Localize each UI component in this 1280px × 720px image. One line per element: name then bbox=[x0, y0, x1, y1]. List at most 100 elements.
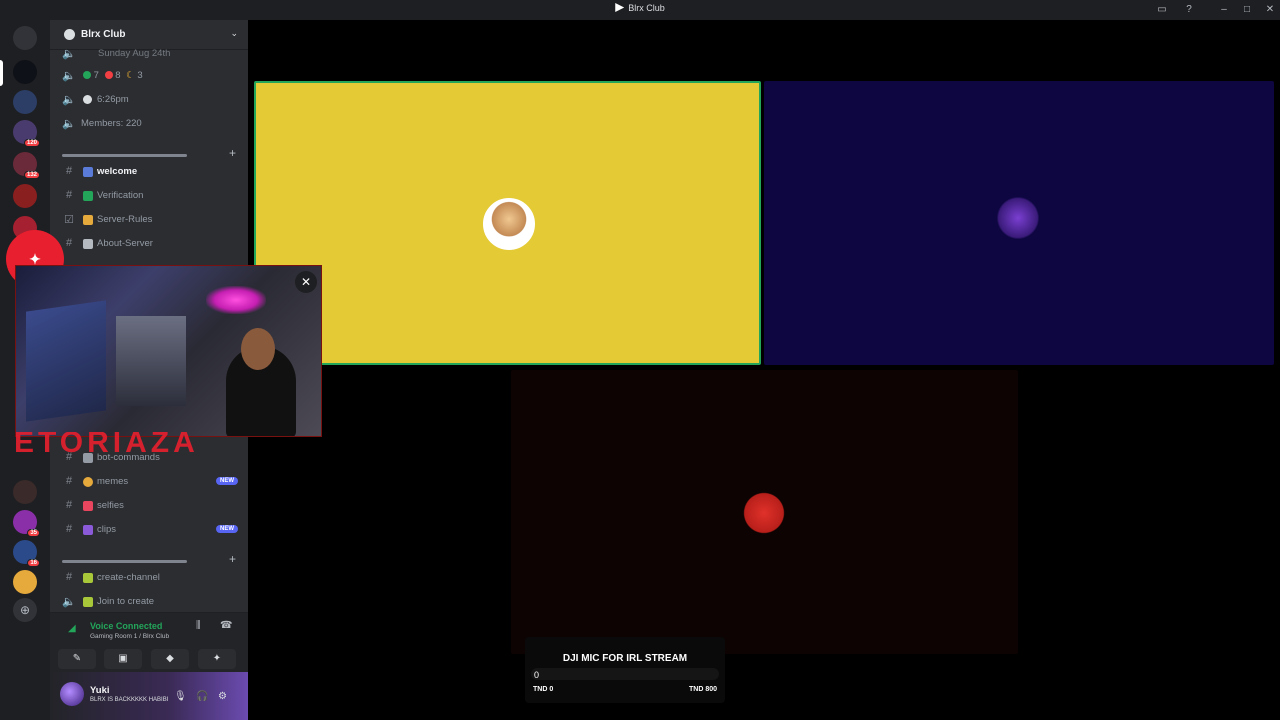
server-icon[interactable] bbox=[13, 184, 37, 208]
hash-icon: # bbox=[65, 523, 73, 535]
disconnect-icon[interactable]: ☎ bbox=[220, 620, 232, 631]
hash-icon: # bbox=[65, 237, 73, 249]
participant-avatar bbox=[483, 198, 535, 250]
online-dot-icon bbox=[83, 71, 91, 79]
close-icon[interactable]: ✕ bbox=[295, 271, 317, 293]
robot-emoji-icon bbox=[83, 453, 93, 463]
channel-memes[interactable]: # memes NEW bbox=[58, 472, 242, 492]
channel-server-rules[interactable]: ☑ Server-Rules bbox=[58, 210, 242, 230]
idle-count: 3 bbox=[137, 70, 143, 81]
window-title-text: Blrx Club bbox=[628, 3, 665, 13]
speaker-icon: 🔈 bbox=[62, 70, 76, 82]
rules-icon: ☑ bbox=[64, 214, 74, 226]
channel-about-server[interactable]: # About-Server bbox=[58, 234, 242, 254]
channel-label: Verification bbox=[97, 190, 144, 201]
stat-channel-members[interactable]: 🔈 Members: 220 bbox=[58, 114, 242, 134]
participant-tile-speaking[interactable] bbox=[254, 81, 761, 365]
server-name: Blrx Club bbox=[81, 29, 126, 40]
dnd-dot-icon bbox=[104, 71, 113, 79]
camera-off-button[interactable]: ✎ bbox=[58, 649, 96, 669]
add-channel-icon[interactable]: + bbox=[229, 146, 236, 160]
clock-icon bbox=[83, 95, 92, 104]
server-icon[interactable] bbox=[13, 480, 37, 504]
participant-tile[interactable] bbox=[511, 370, 1018, 654]
goal-title: DJI MIC FOR IRL STREAM bbox=[562, 653, 688, 664]
add-server-icon[interactable]: ⊕ bbox=[13, 598, 37, 622]
stat-members-label: Members: 220 bbox=[81, 118, 142, 129]
category-header[interactable] bbox=[62, 154, 187, 157]
gear-icon[interactable]: ⚙ bbox=[218, 691, 227, 702]
voice-stage bbox=[248, 20, 1280, 720]
webcam-neon-sign bbox=[206, 286, 266, 314]
overlay-banner-text: ETORIAZA bbox=[14, 432, 199, 454]
minimize-button[interactable]: – bbox=[1218, 4, 1230, 16]
stat-channel-time[interactable]: 🔈 6:26pm bbox=[58, 90, 242, 110]
hash-icon: # bbox=[65, 165, 73, 177]
mention-badge: 35 bbox=[27, 529, 40, 537]
close-window-button[interactable]: ✕ bbox=[1264, 4, 1276, 16]
channel-welcome[interactable]: # welcome bbox=[58, 162, 242, 182]
mention-badge: 16 bbox=[27, 559, 40, 567]
inbox-icon[interactable]: ▭ bbox=[1156, 4, 1168, 16]
webcam-monitor bbox=[26, 300, 106, 422]
check-emoji-icon bbox=[83, 191, 93, 201]
channel-label: welcome bbox=[97, 166, 138, 177]
username[interactable]: Yuki bbox=[90, 685, 110, 696]
noise-suppression-icon[interactable]: ⫼ bbox=[196, 620, 201, 631]
goal-min-label: TND 0 bbox=[533, 686, 554, 693]
hash-icon: # bbox=[65, 475, 73, 487]
stat-channel-date[interactable]: 🔈 Sunday Aug 24th bbox=[58, 44, 242, 64]
signal-icon[interactable]: ◢ bbox=[68, 623, 76, 634]
avatar[interactable] bbox=[60, 682, 84, 706]
app-logo-icon bbox=[615, 3, 625, 12]
help-icon[interactable]: ? bbox=[1183, 4, 1195, 16]
hash-icon: # bbox=[65, 571, 73, 583]
hash-icon: # bbox=[65, 499, 73, 511]
channel-create-channel[interactable]: # create-channel bbox=[58, 568, 242, 588]
server-badge-icon bbox=[64, 29, 75, 40]
discord-home-icon[interactable] bbox=[13, 26, 37, 50]
channel-selfies[interactable]: # selfies bbox=[58, 496, 242, 516]
headphones-icon[interactable]: 🎧 bbox=[196, 691, 208, 702]
window-title: Blrx Club bbox=[0, 3, 1280, 13]
channel-join-to-create[interactable]: 🔈 Join to create bbox=[58, 592, 242, 612]
server-icon-blrx[interactable] bbox=[13, 60, 37, 84]
hash-icon: # bbox=[65, 189, 73, 201]
channel-label: memes bbox=[97, 476, 129, 487]
screen-share-button[interactable]: ▣ bbox=[104, 649, 142, 669]
category-header[interactable] bbox=[62, 560, 187, 563]
film-emoji-icon bbox=[83, 525, 93, 535]
goal-max-label: TND 800 bbox=[688, 686, 717, 693]
soundboard-button[interactable]: ✦ bbox=[198, 649, 236, 669]
webcam-overlay: ✕ bbox=[15, 265, 322, 437]
microphone-icon[interactable]: 🎙 bbox=[174, 691, 187, 702]
voice-location[interactable]: Gaming Room 1 / Blrx Club bbox=[90, 633, 169, 640]
activities-button[interactable]: ◆ bbox=[151, 649, 189, 669]
server-icon[interactable] bbox=[13, 570, 37, 594]
webcam-person-head bbox=[241, 328, 275, 370]
participant-avatar bbox=[993, 193, 1043, 243]
selected-server-pill bbox=[0, 60, 3, 86]
channel-verification[interactable]: # Verification bbox=[58, 186, 242, 206]
server-icon[interactable] bbox=[13, 90, 37, 114]
voice-status[interactable]: Voice Connected bbox=[90, 621, 162, 631]
leaf-emoji-icon bbox=[83, 573, 93, 583]
channel-label: Server-Rules bbox=[97, 214, 153, 225]
page-emoji-icon bbox=[83, 239, 93, 249]
channel-clips[interactable]: # clips NEW bbox=[58, 520, 242, 540]
server-icon[interactable]: 132 bbox=[13, 152, 40, 179]
maximize-button[interactable]: □ bbox=[1241, 4, 1253, 16]
channel-label: create-channel bbox=[97, 572, 160, 583]
add-channel-icon[interactable]: + bbox=[229, 552, 236, 566]
channel-label: About-Server bbox=[97, 238, 153, 249]
webcam-pc-case bbox=[116, 316, 186, 406]
server-icon[interactable]: 120 bbox=[13, 120, 40, 147]
mention-badge: 132 bbox=[23, 171, 40, 179]
goal-progress-bar bbox=[531, 668, 719, 680]
chevron-down-icon[interactable]: ⌄ bbox=[230, 28, 238, 39]
stat-channel-status[interactable]: 🔈 7 8 ☾ 3 bbox=[58, 66, 242, 86]
server-icon[interactable]: 35 bbox=[13, 510, 40, 537]
speaker-icon: 🔈 bbox=[62, 596, 76, 608]
participant-tile[interactable] bbox=[764, 81, 1274, 365]
server-icon[interactable]: 16 bbox=[13, 540, 40, 567]
